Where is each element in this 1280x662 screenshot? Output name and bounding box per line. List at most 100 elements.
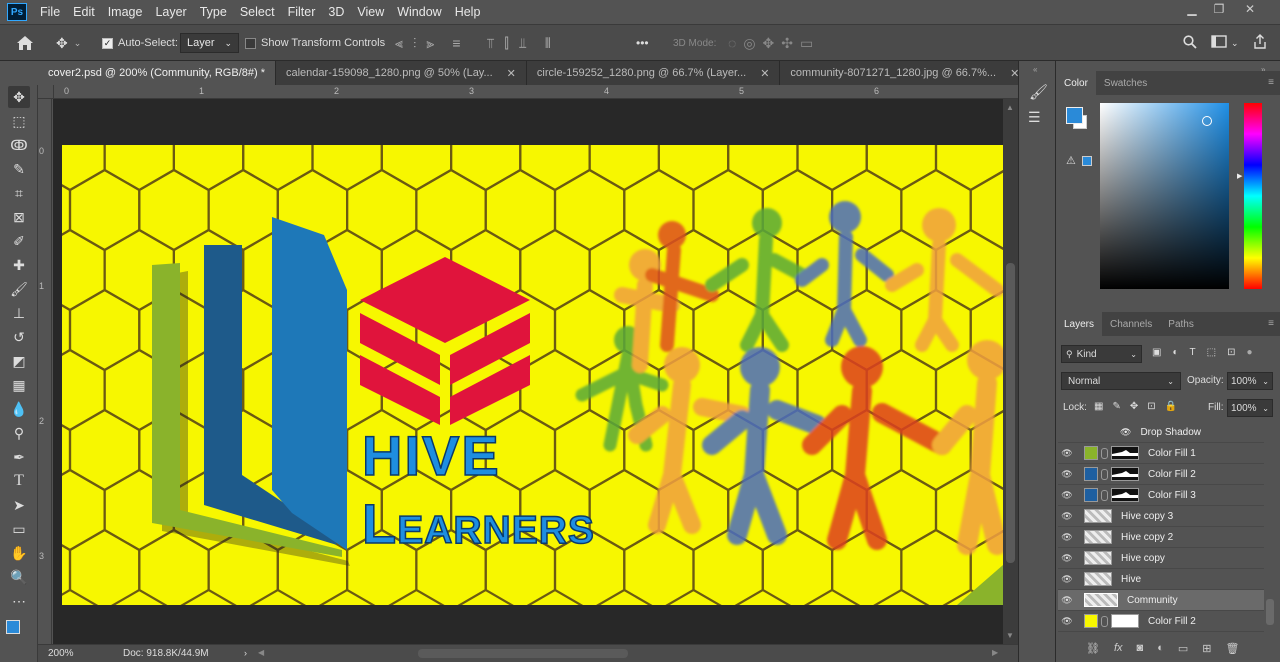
- layer-mask-thumbnail[interactable]: [1111, 488, 1139, 502]
- menu-3d[interactable]: 3D: [328, 5, 344, 19]
- opacity-input[interactable]: 100% ⌄: [1227, 372, 1273, 390]
- scroll-up-icon[interactable]: ▲: [1006, 103, 1014, 112]
- distribute-vertical-icon[interactable]: ⦀: [545, 35, 551, 52]
- layer-thumbnail[interactable]: [1084, 509, 1112, 523]
- tab-swatches[interactable]: Swatches: [1096, 71, 1155, 95]
- foreground-color-swatch[interactable]: [6, 620, 20, 634]
- workspace-icon[interactable]: [1211, 35, 1227, 51]
- status-menu-icon[interactable]: ›: [244, 648, 247, 658]
- layer-mask-thumbnail[interactable]: [1111, 467, 1139, 481]
- search-icon[interactable]: [1183, 34, 1197, 52]
- layer-row[interactable]: 👁 Color Fill 1: [1058, 443, 1264, 464]
- lock-transparency-icon[interactable]: ▦: [1094, 401, 1103, 412]
- 3d-camera-icon[interactable]: ▭: [800, 35, 813, 52]
- rectangle-tool-icon[interactable]: ▭: [8, 518, 30, 540]
- align-left-icon[interactable]: ⫷: [395, 35, 403, 52]
- type-tool-icon[interactable]: T: [8, 470, 30, 492]
- minimize-icon[interactable]: ▁: [1182, 2, 1202, 16]
- scroll-right-icon[interactable]: ▶: [992, 648, 998, 657]
- document-workspace[interactable]: Hive Learners: [53, 99, 1003, 644]
- web-safe-color-chip[interactable]: [1082, 156, 1092, 166]
- layer-row[interactable]: 👁 Community: [1058, 590, 1264, 611]
- visibility-eye-icon[interactable]: 👁: [1058, 511, 1076, 522]
- layer-filter-dropdown[interactable]: ⚲ Kind ⌄: [1061, 345, 1142, 363]
- layer-thumbnail[interactable]: [1084, 614, 1098, 628]
- layer-row[interactable]: 👁 Hive copy 2: [1058, 527, 1264, 548]
- filter-toggle-icon[interactable]: ●: [1246, 347, 1252, 358]
- tab-circle[interactable]: circle-159252_1280.png @ 66.7% (Layer...…: [527, 61, 781, 85]
- layer-mask-thumbnail[interactable]: [1111, 614, 1139, 628]
- tab-calendar[interactable]: calendar-159098_1280.png @ 50% (Lay... ✕: [276, 61, 527, 85]
- layer-thumbnail[interactable]: [1084, 530, 1112, 544]
- adjustments-icon[interactable]: ☰: [1028, 109, 1041, 126]
- fill-input[interactable]: 100% ⌄: [1227, 399, 1273, 417]
- auto-select-target-dropdown[interactable]: Layer ⌄: [180, 25, 240, 61]
- foreground-color-chip[interactable]: [1066, 107, 1083, 124]
- link-layers-icon[interactable]: ⛓: [1086, 642, 1100, 655]
- align-middle-icon[interactable]: ⫿: [504, 35, 508, 52]
- menu-select[interactable]: Select: [240, 5, 275, 19]
- layer-thumbnail[interactable]: [1084, 488, 1098, 502]
- pen-tool-icon[interactable]: ✒: [8, 446, 30, 468]
- link-icon[interactable]: [1101, 489, 1108, 501]
- visibility-eye-icon[interactable]: 👁: [1058, 532, 1076, 543]
- layer-thumbnail[interactable]: [1084, 467, 1098, 481]
- path-selection-tool-icon[interactable]: ➤: [8, 494, 30, 516]
- menu-window[interactable]: Window: [397, 5, 441, 19]
- visibility-eye-icon[interactable]: 👁: [1058, 595, 1076, 606]
- lock-all-icon[interactable]: 🔒: [1165, 401, 1177, 412]
- type-filter-icon[interactable]: T: [1190, 347, 1196, 358]
- gradient-tool-icon[interactable]: ▦: [8, 374, 30, 396]
- visibility-eye-icon[interactable]: 👁: [1058, 616, 1076, 627]
- healing-brush-tool-icon[interactable]: ✚: [8, 254, 30, 276]
- more-options-icon[interactable]: •••: [636, 25, 649, 61]
- link-icon[interactable]: [1101, 468, 1108, 480]
- layer-thumbnail[interactable]: [1084, 572, 1112, 586]
- zoom-tool-icon[interactable]: 🔍: [8, 566, 30, 588]
- tab-community[interactable]: community-8071271_1280.jpg @ 66.7%... ✕: [780, 61, 1029, 85]
- layer-row[interactable]: 👁 Hive copy: [1058, 548, 1264, 569]
- 3d-pan-icon[interactable]: ✥: [763, 35, 775, 52]
- scroll-left-icon[interactable]: ◀: [258, 648, 264, 657]
- effect-visibility-icon[interactable]: 👁: [1120, 427, 1131, 438]
- vertical-scroll-thumb[interactable]: [1006, 263, 1015, 563]
- layer-thumbnail[interactable]: [1084, 551, 1112, 565]
- lock-image-icon[interactable]: ✎: [1112, 401, 1120, 412]
- adjustment-layer-icon[interactable]: ◐: [1157, 642, 1164, 655]
- hue-slider[interactable]: [1244, 103, 1262, 289]
- lock-position-icon[interactable]: ✥: [1130, 401, 1138, 412]
- brush-settings-icon[interactable]: 🖌: [1029, 83, 1048, 101]
- zoom-level[interactable]: 200%: [48, 648, 74, 659]
- smart-object-filter-icon[interactable]: ⊡: [1227, 347, 1235, 358]
- align-bottom-icon[interactable]: ⫫: [519, 35, 527, 52]
- hue-slider-handle[interactable]: ▶: [1237, 172, 1242, 180]
- visibility-eye-icon[interactable]: 👁: [1058, 490, 1076, 501]
- distribute-icon[interactable]: ≡: [452, 35, 460, 51]
- delete-layer-icon[interactable]: 🗑: [1225, 642, 1239, 655]
- brush-tool-icon[interactable]: 🖌: [8, 278, 30, 300]
- panel-menu-icon[interactable]: ≡: [1268, 77, 1274, 88]
- color-field[interactable]: [1100, 103, 1229, 289]
- panel-menu-icon[interactable]: ≡: [1268, 318, 1274, 329]
- layer-row[interactable]: 👁 Hive copy 3: [1058, 506, 1264, 527]
- link-icon[interactable]: [1101, 447, 1108, 459]
- color-picker-handle[interactable]: [1202, 116, 1212, 126]
- quick-select-tool-icon[interactable]: ✎: [8, 158, 30, 180]
- home-icon[interactable]: [16, 25, 34, 61]
- dodge-tool-icon[interactable]: ⚲: [8, 422, 30, 444]
- layer-row[interactable]: 👁 Hive: [1058, 569, 1264, 590]
- horizontal-scroll-thumb[interactable]: [418, 649, 628, 658]
- new-layer-icon[interactable]: ⊞: [1202, 642, 1211, 655]
- menu-edit[interactable]: Edit: [73, 5, 95, 19]
- frame-tool-icon[interactable]: ⊠: [8, 206, 30, 228]
- close-icon[interactable]: ✕: [507, 67, 516, 80]
- close-icon[interactable]: ✕: [1240, 2, 1260, 16]
- menu-view[interactable]: View: [357, 5, 384, 19]
- collapse-icon[interactable]: «: [1033, 65, 1037, 74]
- move-tool-icon[interactable]: ✥: [8, 86, 30, 108]
- clone-stamp-tool-icon[interactable]: ⊥: [8, 302, 30, 324]
- add-mask-icon[interactable]: ◙: [1137, 642, 1144, 655]
- visibility-eye-icon[interactable]: 👁: [1058, 553, 1076, 564]
- lasso-tool-icon[interactable]: ↂ: [8, 134, 30, 156]
- menu-file[interactable]: File: [40, 5, 60, 19]
